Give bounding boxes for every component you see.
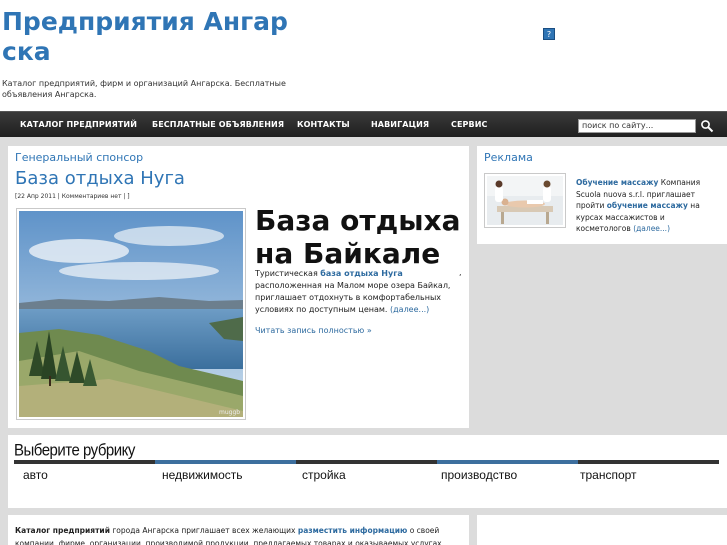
category-bar xyxy=(437,460,578,464)
sponsor-panel: Генеральный спонсор База отдыха Нуга [22… xyxy=(8,146,469,428)
advertising-panel: Реклама Обучение массажу Компания Scuola… xyxy=(477,146,727,244)
category-auto[interactable]: авто xyxy=(23,468,48,482)
massage-training-link[interactable]: обучение массажу xyxy=(607,201,688,210)
nav-item-catalog[interactable]: КАТАЛОГ ПРЕДПРИЯТИЙ xyxy=(20,112,137,138)
lake-landscape-image: muggb xyxy=(19,211,243,417)
category-bars xyxy=(14,460,719,464)
nav-item-contacts[interactable]: КОНТАКТЫ xyxy=(297,112,350,138)
promo-text: Туристическая база отдыха Нуга расположе… xyxy=(255,269,451,314)
help-icon[interactable]: ? xyxy=(543,28,555,40)
nav-item-navigation[interactable]: НАВИГАЦИЯ xyxy=(371,112,429,138)
photo-watermark: muggb xyxy=(219,409,240,416)
category-bar xyxy=(155,460,296,464)
site-description: Каталог предприятий, фирм и организаций … xyxy=(2,79,286,99)
category-transport[interactable]: транспорт xyxy=(580,468,637,482)
ad-more-link[interactable]: (далее...) xyxy=(633,224,670,233)
nav-item-free-ads[interactable]: БЕСПЛАТНЫЕ ОБЪЯВЛЕНИЯ xyxy=(152,112,284,138)
category-bar xyxy=(578,460,719,464)
more-link[interactable]: (далее...) xyxy=(390,305,429,314)
search-input[interactable]: поиск по сайту... xyxy=(578,119,696,133)
post-meta: [22 Апр 2011 | Комментариев нет | ] xyxy=(15,193,130,200)
search-icon[interactable] xyxy=(700,119,714,133)
place-info-link[interactable]: разместить информацию xyxy=(298,526,407,535)
category-bar xyxy=(296,460,437,464)
read-full-post-link[interactable]: Читать запись полностью » xyxy=(255,326,372,335)
massage-course-link[interactable]: Обучение массажу xyxy=(576,178,658,187)
category-bar xyxy=(14,460,155,464)
site-title[interactable]: Предприятия Ангарска xyxy=(2,7,302,67)
promo-comma: , xyxy=(459,268,462,277)
catalog-intro-text: Каталог предприятий города Ангарска приг… xyxy=(15,526,444,545)
sponsor-heading: Генеральный спонсор xyxy=(15,151,144,164)
category-heading: Выберите рубрику xyxy=(14,441,135,461)
category-manufacturing[interactable]: производство xyxy=(441,468,517,482)
ad-text: Обучение массажу Компания Scuola nuova s… xyxy=(576,178,701,233)
ad-heading: Реклама xyxy=(484,151,533,164)
side-bottom-panel xyxy=(477,515,727,545)
lake-baikal-photo[interactable]: muggb xyxy=(16,208,246,420)
massage-image xyxy=(487,176,563,225)
camp-link[interactable]: база отдыха Нуга xyxy=(320,269,402,278)
catalog-intro-panel: Каталог предприятий города Ангарска приг… xyxy=(8,515,469,545)
post-title-link[interactable]: База отдыха Нуга xyxy=(15,168,185,189)
massage-photo[interactable] xyxy=(484,173,566,228)
category-panel: Выберите рубрику авто недвижимость строй… xyxy=(8,435,727,508)
promo-title: База отдыха на Байкале xyxy=(255,204,461,270)
site-header: Предприятия Ангарска Каталог предприятий… xyxy=(0,0,727,111)
category-construction[interactable]: стройка xyxy=(302,468,346,482)
main-navigation: КАТАЛОГ ПРЕДПРИЯТИЙ БЕСПЛАТНЫЕ ОБЪЯВЛЕНИ… xyxy=(0,111,727,137)
category-real-estate[interactable]: недвижимость xyxy=(162,468,243,482)
nav-item-service[interactable]: СЕРВИС xyxy=(451,112,487,138)
